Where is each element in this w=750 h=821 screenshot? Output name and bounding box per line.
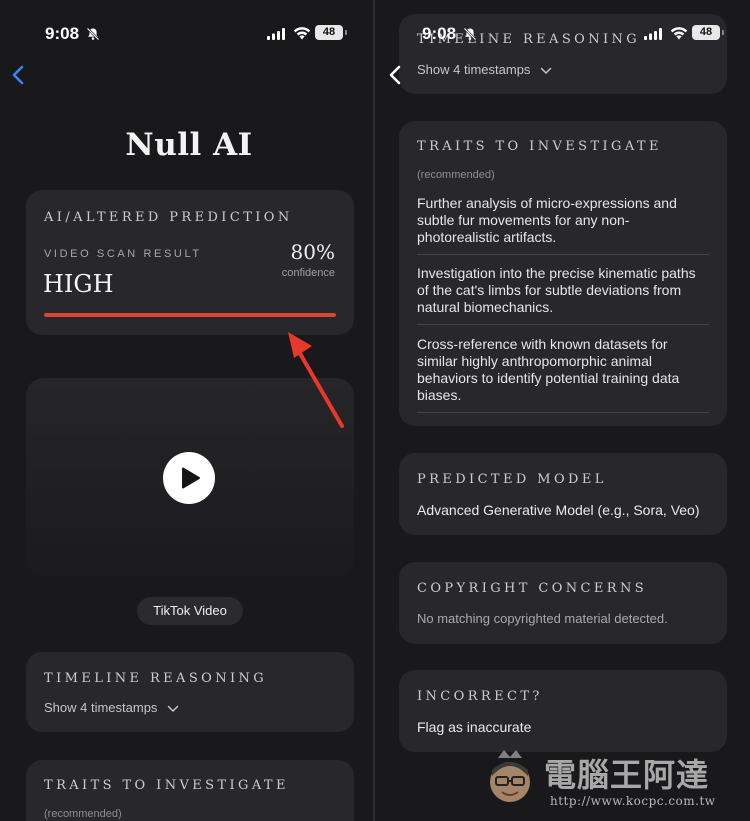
watermark: 電腦王阿達 http://www.kocpc.com.tw (470, 740, 750, 821)
show-timestamps-label: Show 4 timestamps (417, 62, 531, 77)
right-screen: TIMELINE REASONING Show 4 timestamps 9:0… (377, 0, 750, 821)
play-icon (182, 467, 200, 489)
scan-result-label: VIDEO SCAN RESULT (44, 248, 202, 260)
watermark-url: http://www.kocpc.com.tw (550, 794, 716, 808)
signal-icon (644, 28, 662, 40)
video-source-pill[interactable]: TikTok Video (137, 597, 243, 625)
bell-muted-icon (463, 27, 477, 41)
annotation-arrow-icon (288, 332, 344, 428)
predicted-model-card: PREDICTED MODEL Advanced Generative Mode… (399, 453, 727, 535)
wifi-icon (670, 27, 688, 40)
chevron-down-icon (167, 705, 179, 712)
back-chevron-icon[interactable] (10, 64, 26, 86)
traits-note: (recommended) (417, 169, 495, 181)
traits-card: TRAITS TO INVESTIGATE (recommended) Furt… (399, 121, 727, 426)
confidence-label: confidence (281, 267, 335, 279)
watermark-name: 電腦王阿達 (544, 756, 710, 794)
status-bar: 9:08 48 (0, 22, 373, 46)
show-timestamps-label: Show 4 timestamps (44, 700, 158, 715)
prediction-card: AI/ALTERED PREDICTION VIDEO SCAN RESULT … (26, 190, 354, 335)
trait-item: Cross-reference with known datasets for … (417, 336, 709, 413)
predicted-model-value: Advanced Generative Model (e.g., Sora, V… (417, 502, 700, 518)
timeline-caption: TIMELINE REASONING (44, 671, 268, 686)
left-screen: 9:08 48 Null AI AI/ALTERED PREDICTION VI… (0, 0, 375, 821)
back-chevron-icon[interactable] (387, 64, 403, 86)
flag-inaccurate-button[interactable]: Flag as inaccurate (417, 719, 531, 735)
timeline-card: TIMELINE REASONING Show 4 timestamps (26, 652, 354, 732)
bell-muted-icon (86, 27, 100, 41)
copyright-card: COPYRIGHT CONCERNS No matching copyright… (399, 562, 727, 644)
incorrect-caption: INCORRECT? (417, 689, 543, 704)
wifi-icon (293, 27, 311, 40)
status-bar: 9:08 48 (377, 22, 750, 46)
battery-icon: 48 (692, 25, 724, 40)
signal-icon (267, 28, 285, 40)
app-title: Null AI (125, 127, 253, 163)
status-time: 9:08 (422, 24, 457, 43)
show-timestamps-toggle[interactable]: Show 4 timestamps (44, 700, 179, 715)
trait-item: Further analysis of micro-expressions an… (417, 195, 709, 255)
battery-icon: 48 (315, 25, 347, 40)
play-button[interactable] (163, 452, 215, 504)
prediction-bar-fill (44, 313, 336, 317)
trait-item: Investigation into the precise kinematic… (417, 265, 709, 325)
traits-caption: TRAITS TO INVESTIGATE (417, 139, 662, 154)
status-time: 9:08 (45, 24, 80, 43)
predicted-model-caption: PREDICTED MODEL (417, 472, 607, 487)
traits-card: TRAITS TO INVESTIGATE (recommended) (26, 760, 354, 821)
chevron-down-icon (540, 67, 552, 74)
copyright-caption: COPYRIGHT CONCERNS (417, 581, 648, 596)
prediction-caption: AI/ALTERED PREDICTION (44, 210, 293, 225)
confidence-percent: 80% (290, 240, 335, 264)
mascot-face-icon (490, 750, 530, 802)
prediction-bar (44, 313, 336, 317)
copyright-value: No matching copyrighted material detecte… (417, 611, 668, 626)
show-timestamps-toggle[interactable]: Show 4 timestamps (417, 62, 552, 77)
prediction-level: HIGH (43, 270, 114, 298)
traits-note: (recommended) (44, 808, 122, 820)
traits-caption: TRAITS TO INVESTIGATE (44, 778, 289, 793)
